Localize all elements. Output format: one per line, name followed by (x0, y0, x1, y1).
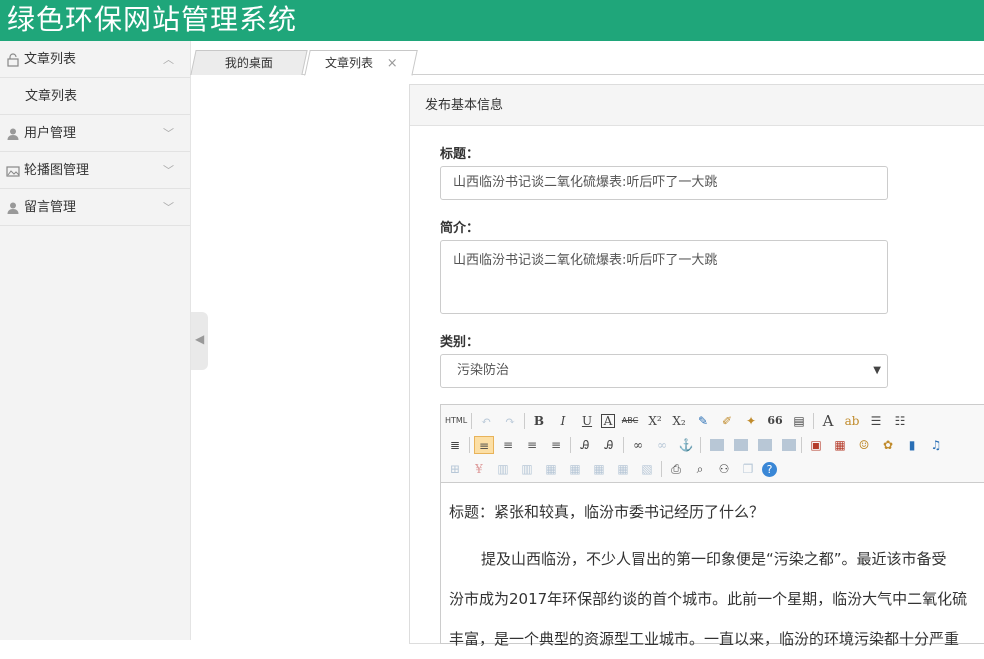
category-selected-value: 污染防治 (457, 363, 510, 378)
merge-down-icon[interactable]: ▦ (589, 460, 609, 478)
search-replace-icon[interactable]: ⚇ (714, 460, 734, 478)
font-color-button[interactable]: A (818, 412, 838, 430)
content-paragraph: 丰富，是一个典型的资源型工业城市。一直以来，临汾的环境污染都十分严重 (449, 630, 960, 648)
chevron-up-icon: ︿ (163, 53, 174, 66)
preview-icon[interactable]: ⌕ (690, 460, 710, 478)
insert-video-icon[interactable]: ▮ (902, 436, 922, 454)
delete-col-icon[interactable]: ▥ (517, 460, 537, 478)
lock-icon (7, 53, 19, 67)
blockquote-button[interactable]: 66 (765, 412, 785, 430)
editor-toolbar: HTML ↶ ↷ B I U A ABC X² X₂ ✎ ✐ ✦ 66 ▤ A … (441, 405, 984, 483)
sidebar-collapse-handle[interactable]: ◀ (191, 312, 208, 370)
image-float-right-icon[interactable] (758, 439, 772, 451)
image-float-none-icon[interactable] (710, 439, 724, 451)
align-justify-icon[interactable]: ≡ (546, 436, 566, 454)
app-header: 绿色环保网站管理系统 (0, 0, 984, 41)
subscript-button[interactable]: X₂ (669, 412, 689, 430)
user-icon (7, 128, 19, 140)
content-title: 标题：紧张和较真，临汾市委书记经历了什么？ (449, 503, 765, 521)
italic-button[interactable]: I (553, 412, 573, 430)
font-border-button[interactable]: A (601, 414, 615, 428)
music-icon[interactable]: ♫ (926, 436, 946, 454)
panel-heading: 发布基本信息 (410, 85, 984, 126)
sidebar-item-label: 留言管理 (24, 200, 77, 215)
redo-icon[interactable]: ↷ (500, 412, 520, 430)
chevron-down-icon: ﹀ (163, 164, 174, 177)
image-icon (6, 166, 20, 177)
rich-text-editor: HTML ↶ ↷ B I U A ABC X² X₂ ✎ ✐ ✦ 66 ▤ A … (440, 404, 984, 648)
sidebar: 文章列表 ︿ 文章列表 用户管理 ﹀ 轮播图管理 ﹀ 留言管理 ﹀ (0, 41, 191, 640)
emoticon-icon[interactable]: ☺ (854, 436, 874, 454)
sidebar-subitem-article-list[interactable]: 文章列表 (0, 78, 190, 115)
category-select[interactable]: 污染防治 ▼ (440, 354, 888, 388)
table-props-icon[interactable]: ▧ (637, 460, 657, 478)
image-center-icon[interactable] (782, 439, 796, 451)
undo-icon[interactable]: ↶ (476, 412, 496, 430)
tab-desktop[interactable]: 我的桌面 (190, 50, 308, 75)
dropdown-arrow-icon: ▼ (873, 365, 881, 376)
content-paragraph: 提及山西临汾，不少人冒出的第一印象便是“污染之都”。最近该市备受 (481, 550, 947, 568)
template-icon[interactable]: ❐ (738, 460, 758, 478)
insert-image-icon[interactable]: ▣ (806, 436, 826, 454)
line-height-icon[interactable]: ≣ (445, 436, 465, 454)
image-float-left-icon[interactable] (734, 439, 748, 451)
sidebar-item-label: 用户管理 (24, 126, 77, 141)
sidebar-item-articles[interactable]: 文章列表 ︿ (0, 41, 190, 78)
superscript-button[interactable]: X² (645, 412, 665, 430)
intro-label: 简介： (440, 221, 480, 236)
sidebar-item-label: 文章列表 (24, 52, 77, 67)
eraser-icon[interactable]: ✎ (693, 412, 713, 430)
sidebar-item-carousel[interactable]: 轮播图管理 ﹀ (0, 152, 190, 189)
multi-image-icon[interactable]: ▦ (830, 436, 850, 454)
underline-button[interactable]: U (577, 412, 597, 430)
text-direction-rtl-icon[interactable]: Ꭿ (599, 436, 619, 454)
insert-row-icon[interactable]: ⊞ (445, 460, 465, 478)
sidebar-item-label: 轮播图管理 (24, 163, 90, 178)
split-cells-icon[interactable]: ▦ (613, 460, 633, 478)
auto-format-icon[interactable]: ✦ (741, 412, 761, 430)
align-right-icon[interactable]: ≡ (522, 436, 542, 454)
category-label: 类别： (440, 335, 480, 350)
sidebar-item-users[interactable]: 用户管理 ﹀ (0, 115, 190, 152)
link-icon[interactable]: ∞ (628, 436, 648, 454)
content-paragraph: 汾市成为2017年环保部约谈的首个城市。此前一个星期，临汾大气中二氧化硫 (449, 590, 968, 608)
merge-right-icon[interactable]: ▦ (565, 460, 585, 478)
chevron-down-icon: ﹀ (163, 201, 174, 214)
align-left-icon[interactable]: ≡ (474, 436, 494, 454)
delete-row-icon[interactable]: ¥ (469, 460, 489, 478)
tab-article-list[interactable]: 文章列表 × (304, 50, 418, 76)
bold-button[interactable]: B (529, 412, 549, 430)
print-icon[interactable]: ⎙ (666, 460, 686, 478)
html-source-button[interactable]: HTML (445, 412, 467, 430)
close-icon[interactable]: × (386, 52, 397, 76)
tab-bar: 我的桌面 文章列表 × (190, 41, 984, 76)
title-label: 标题： (440, 147, 480, 162)
align-center-icon[interactable]: ≡ (498, 436, 518, 454)
ordered-list-icon[interactable]: ☰ (866, 412, 886, 430)
insert-col-icon[interactable]: ▥ (493, 460, 513, 478)
tab-label: 文章列表 (324, 56, 373, 70)
paste-plain-icon[interactable]: ▤ (789, 412, 809, 430)
help-icon[interactable]: ? (762, 461, 777, 477)
anchor-icon[interactable]: ⚓ (676, 436, 696, 454)
strikethrough-button[interactable]: ABC (619, 412, 641, 430)
title-input[interactable]: 山西临汾书记谈二氧化硫爆表:听后吓了一大跳 (440, 166, 888, 200)
text-direction-ltr-icon[interactable]: Ꭿ (575, 436, 595, 454)
app-title: 绿色环保网站管理系统 (7, 3, 298, 36)
tab-label: 我的桌面 (224, 56, 273, 70)
format-brush-icon[interactable]: ✐ (717, 412, 737, 430)
user-icon (7, 202, 19, 214)
scrawl-icon[interactable]: ✿ (878, 436, 898, 454)
unlink-icon[interactable]: ∞ (652, 436, 672, 454)
editor-content[interactable]: 标题：紧张和较真，临汾市委书记经历了什么？ 提及山西临汾，不少人冒出的第一印象便… (441, 495, 984, 659)
highlight-color-icon[interactable]: ab (842, 412, 862, 430)
sidebar-item-messages[interactable]: 留言管理 ﹀ (0, 189, 190, 226)
intro-textarea[interactable]: 山西临汾书记谈二氧化硫爆表:听后吓了一大跳 (440, 240, 888, 314)
merge-cells-icon[interactable]: ▦ (541, 460, 561, 478)
unordered-list-icon[interactable]: ☷ (890, 412, 910, 430)
chevron-down-icon: ﹀ (163, 127, 174, 140)
chevron-left-icon: ◀ (195, 332, 205, 346)
